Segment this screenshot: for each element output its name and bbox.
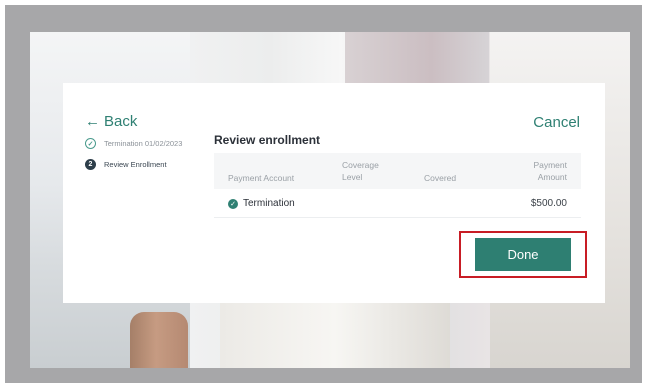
column-header-payment-amount: Payment Amount	[533, 160, 567, 182]
table-header: Payment Account Coverage Level Covered P…	[214, 153, 581, 189]
row-payment-amount: $500.00	[530, 198, 567, 209]
enrollment-table: Payment Account Coverage Level Covered P…	[214, 153, 581, 218]
background-coffee-cup	[130, 312, 188, 368]
back-label: Back	[104, 113, 138, 130]
page-title: Review enrollment	[214, 133, 321, 147]
done-button-highlight: Done	[459, 231, 587, 278]
enrollment-dialog: ← Back Cancel ✓ Termination 01/02/2023 2…	[63, 83, 605, 303]
step-list: ✓ Termination 01/02/2023 2 Review Enroll…	[85, 138, 182, 180]
background-coat	[220, 302, 450, 368]
step-label: Termination 01/02/2023	[104, 139, 183, 148]
row-account-cell: ✓ Termination	[228, 198, 295, 209]
row-account-name: Termination	[243, 198, 295, 209]
step-review-enrollment[interactable]: 2 Review Enrollment	[85, 159, 182, 170]
column-header-covered: Covered	[424, 173, 457, 183]
column-header-coverage-level: Coverage Level	[342, 160, 379, 182]
step-label: Review Enrollment	[104, 160, 167, 169]
back-button[interactable]: ← Back	[85, 113, 137, 130]
done-button[interactable]: Done	[475, 238, 571, 271]
table-row: ✓ Termination $500.00	[214, 189, 581, 218]
step-number: 2	[85, 159, 96, 170]
column-header-payment-account: Payment Account	[228, 173, 295, 183]
cancel-button[interactable]: Cancel	[533, 114, 580, 131]
back-arrow-icon: ←	[85, 113, 100, 130]
check-icon: ✓	[85, 138, 96, 149]
step-termination[interactable]: ✓ Termination 01/02/2023	[85, 138, 182, 149]
check-circle-icon: ✓	[228, 198, 238, 209]
